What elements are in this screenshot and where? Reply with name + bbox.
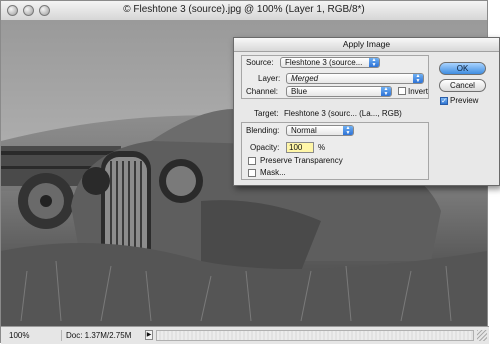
popup-arrows-icon: ▲ ▼ [413, 74, 423, 83]
mask-label: Mask... [260, 168, 286, 177]
horizontal-scrollbar[interactable] [156, 330, 474, 341]
popup-arrows-icon: ▲ ▼ [343, 126, 353, 135]
layer-value: Merged [291, 74, 319, 83]
target-label: Target: [254, 109, 279, 118]
blending-popup[interactable]: Normal ▲ ▼ [286, 125, 354, 136]
preserve-transparency-label: Preserve Transparency [260, 156, 343, 165]
layer-label: Layer: [258, 74, 281, 83]
preview-label: Preview [450, 96, 479, 105]
popup-arrows-icon: ▲ ▼ [381, 87, 391, 96]
dialog-title: Apply Image [234, 38, 499, 52]
preview-checkbox[interactable]: ✓ [440, 97, 448, 105]
blending-label: Blending: [246, 126, 280, 135]
resize-grip-icon[interactable] [477, 330, 487, 341]
channel-popup[interactable]: Blue ▲ ▼ [286, 86, 392, 97]
cancel-button[interactable]: Cancel [439, 79, 486, 92]
invert-checkbox[interactable] [398, 87, 406, 95]
opacity-input[interactable]: 100 [286, 142, 314, 153]
mask-checkbox[interactable] [248, 169, 256, 177]
source-group: Source: Fleshtone 3 (source... ▲ ▼ Layer:… [241, 55, 429, 99]
blending-group: Blending: Normal ▲ ▼ Opacity: 100 % Prese… [241, 122, 429, 180]
channel-value: Blue [291, 87, 308, 96]
opacity-label: Opacity: [250, 143, 280, 152]
source-popup[interactable]: Fleshtone 3 (source... ▲ ▼ [280, 57, 380, 68]
ok-button[interactable]: OK [439, 62, 486, 75]
target-value: Fleshtone 3 (sourc... (La..., RGB) [284, 109, 402, 118]
opacity-unit: % [318, 143, 326, 152]
popup-arrows-icon: ▲ ▼ [369, 58, 379, 67]
source-value: Fleshtone 3 (source... [285, 58, 363, 67]
blending-value: Normal [291, 126, 317, 135]
document-title: © Fleshtone 3 (source).jpg @ 100% (Layer… [123, 4, 365, 15]
layer-popup[interactable]: Merged ▲ ▼ [286, 73, 424, 84]
document-info: Doc: 1.37M/2.75M [61, 330, 146, 341]
status-bar: 100% Doc: 1.37M/2.75M ▶ [1, 326, 489, 344]
source-label: Source: [246, 58, 274, 67]
preserve-transparency-checkbox[interactable] [248, 157, 256, 165]
channel-label: Channel: [246, 87, 279, 96]
info-menu-arrow-icon[interactable]: ▶ [145, 330, 153, 340]
zoom-level-field[interactable]: 100% [9, 330, 49, 341]
invert-label: Invert [408, 87, 429, 96]
apply-image-dialog: Apply Image Source: Fleshtone 3 (source.… [233, 37, 500, 186]
document-titlebar[interactable]: © Fleshtone 3 (source).jpg @ 100% (Layer… [1, 1, 487, 21]
